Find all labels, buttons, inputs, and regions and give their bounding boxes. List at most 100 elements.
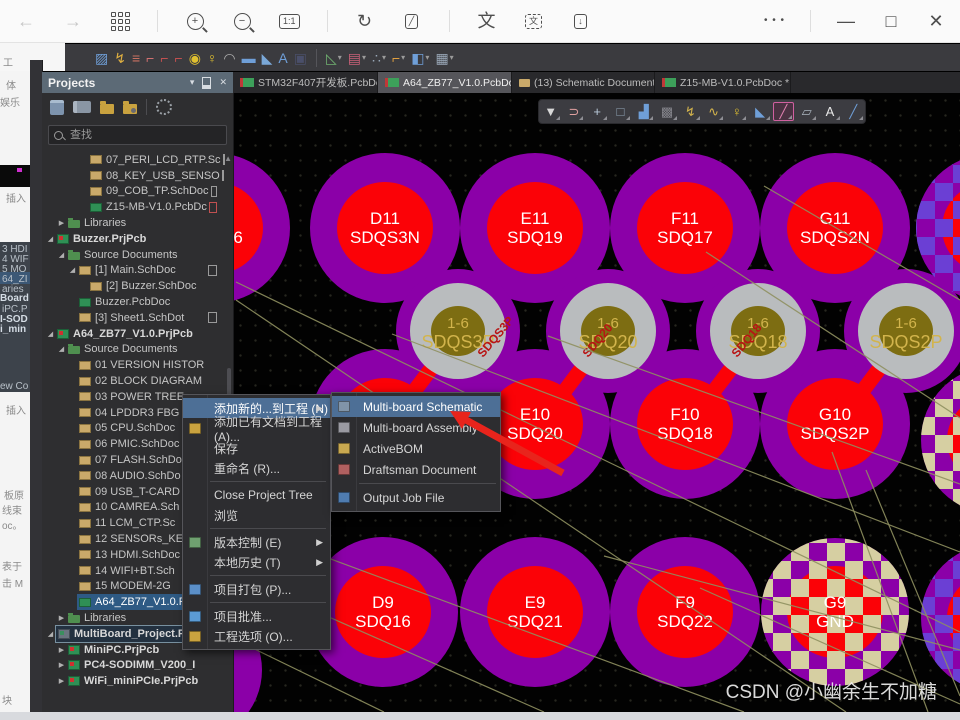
expand-icon[interactable]: ▶ [57,661,66,669]
tree-item-label-wrap[interactable]: MiniPC.PrjPcb [66,642,161,658]
dimension-tool-icon[interactable]: ╱ [843,102,864,121]
tree-item-label-wrap[interactable]: 14 WIFI+BT.Sch [77,563,177,579]
menu-item[interactable]: Output Job File [332,487,500,508]
polygon-tool-icon[interactable]: ◣ [750,102,771,121]
edit-icon[interactable]: ╱ [402,10,422,32]
menu-item[interactable]: ActiveBOM [332,438,500,459]
menu-item[interactable]: Close Project Tree [183,485,330,505]
translate-icon[interactable]: 文 [477,10,497,32]
expand-icon[interactable]: ▶ [57,646,66,654]
minimize-icon[interactable]: — [836,10,856,32]
menu-item[interactable]: 项目批准... [183,606,330,626]
expand-icon[interactable]: ▶ [57,614,66,622]
tree-item[interactable]: 07_PERI_LCD_RTP.Sc [42,152,225,168]
tree-item-label-wrap[interactable]: 09 USB_T-CARD [77,484,182,500]
layer-stack-icon[interactable]: ▤ ▾ [348,51,366,65]
tree-item-label-wrap[interactable]: Libraries [66,215,128,231]
back-icon[interactable]: ← [16,10,36,32]
tree-item-label-wrap[interactable]: 13 HDMI.SchDoc [77,547,182,563]
maximize-icon[interactable]: □ [881,10,901,32]
tree-item-label-wrap[interactable]: [2] Buzzer.SchDoc [88,278,199,294]
region-tool-icon[interactable]: ▱ [796,102,817,121]
document-tab[interactable]: (13) Schematic Document▼ [512,72,655,93]
tree-item-label-wrap[interactable]: 15 MODEM-2G [77,579,173,595]
tree-item[interactable]: ◢ [1] Main.SchDoc [42,263,225,279]
tree-item-label-wrap[interactable]: 01 VERSION HISTOR [77,357,206,373]
project-search-box[interactable] [48,125,227,145]
snap-icon[interactable]: ⊃ [563,102,584,121]
ocr-icon[interactable]: 文 [524,10,544,32]
tree-item[interactable]: ▶ PC4-SODIMM_V200_I [42,658,225,674]
tree-item[interactable]: 02 BLOCK DIAGRAM [42,373,225,389]
menu-item[interactable]: 浏览 [183,505,330,525]
select-area-icon[interactable]: □ [610,102,631,121]
tree-item-label-wrap[interactable]: 12 SENSORs_KE [77,531,185,547]
menu-item[interactable]: 项目打包 (P)... [183,579,330,599]
menu-item[interactable]: Multi-board Assembly [332,417,500,438]
expand-icon[interactable]: ◢ [46,330,55,338]
close-icon[interactable]: ✕ [926,10,946,32]
tree-item-label-wrap[interactable]: Source Documents [66,247,180,263]
menu-item[interactable]: 版本控制 (E) ▶ [183,532,330,552]
tree-item[interactable]: 09_COB_TP.SchDoc [42,184,225,200]
pad-icon[interactable]: ◉ [189,51,201,65]
tree-item-label-wrap[interactable]: [1] Main.SchDoc [77,263,178,279]
union-icon[interactable]: ◧ ▾ [411,51,429,65]
menu-item[interactable]: Draftsman Document [332,459,500,480]
filter-icon[interactable]: ▼ [540,102,561,121]
actual-size-icon[interactable]: 1:1 [279,10,300,32]
interactive-route-icon[interactable]: ↯ [114,51,126,65]
expand-icon[interactable]: ◢ [57,345,66,353]
projects-panel-header[interactable]: Projects ▾ ✕ [42,72,233,93]
document-tab[interactable]: Z15-MB-V1.0.PcbDoc * [655,72,791,93]
expand-icon[interactable]: ◢ [68,266,77,274]
tree-item-label-wrap[interactable]: Z15-MB-V1.0.PcbDc [88,199,209,215]
grid-settings-icon[interactable]: ▦ ▾ [435,51,453,65]
tree-item-label-wrap[interactable]: 09_COB_TP.SchDoc [88,184,211,200]
zoom-out-icon[interactable]: − [232,10,252,32]
move-icon[interactable]: + [587,102,608,121]
tree-item-label-wrap[interactable]: 07_PERI_LCD_RTP.Sc [88,152,223,168]
document-tab[interactable]: A64_ZB77_V1.0.PcbDoc * [378,72,512,93]
string-icon[interactable]: A [278,51,287,65]
route-width-icon[interactable]: ≡ [132,51,140,65]
tree-item-label-wrap[interactable]: 08_KEY_USB_SENSO [88,168,222,184]
save-as-icon[interactable]: ↓ [571,10,591,32]
tree-item-label-wrap[interactable]: Buzzer.PcbDoc [77,294,172,310]
tune-length-icon[interactable]: ∿ [703,102,724,121]
tree-item[interactable]: [3] Sheet1.SchDot [42,310,225,326]
scroll-up-icon[interactable]: ▲ [224,154,232,163]
align-icon[interactable]: ∴ ▾ [372,51,386,65]
tree-item-label-wrap[interactable]: Libraries [66,610,128,626]
tree-item[interactable]: 08_KEY_USB_SENSO [42,168,225,184]
fill-icon[interactable]: ▬ [242,51,256,65]
tree-item-label-wrap[interactable]: 06 PMIC.SchDoc [77,436,181,452]
fanout-route-icon[interactable]: ⌐ [146,51,154,65]
tree-item[interactable]: ◢ Source Documents [42,247,225,263]
text-tool-icon[interactable]: A [820,102,841,121]
tree-item-label-wrap[interactable]: 10 CAMREA.Sch [77,500,181,516]
expand-icon[interactable]: ▶ [57,677,66,685]
via-icon[interactable]: ♀ [207,51,218,65]
more-options-icon[interactable]: • • • [764,10,785,32]
tree-item-label-wrap[interactable]: 05 CPU.SchDoc [77,421,177,437]
tree-item[interactable]: ▶ WiFi_miniPCIe.PrjPcb [42,673,225,689]
panel-pin-icon[interactable] [202,76,212,89]
menu-item[interactable]: 工程选项 (O)... [183,626,330,646]
settings-gear-icon[interactable] [156,99,172,115]
tree-item-label-wrap[interactable]: 04 LPDDR3 FBG [77,405,181,421]
component-place-icon[interactable]: ▩ [657,102,678,121]
placement-icon[interactable]: ▟ [633,102,654,121]
expand-icon[interactable]: ◢ [57,251,66,259]
wiring-icon[interactable]: ⌐ ▾ [392,51,405,65]
forward-icon[interactable]: → [63,10,83,32]
route-tool-icon[interactable]: ↯ [680,102,701,121]
tree-item-label-wrap[interactable]: WiFi_miniPCIe.PrjPcb [66,673,200,689]
tree-item[interactable]: ◢ Buzzer.PrjPcb [42,231,225,247]
line-tool-icon[interactable]: ╱ [772,102,794,121]
tree-item-label-wrap[interactable]: 03 POWER TREE [77,389,186,405]
zoom-in-icon[interactable]: + [185,10,205,32]
rotate-icon[interactable]: ↻ [355,10,375,32]
via-tool-icon[interactable]: ♀ [726,102,747,121]
expand-icon[interactable]: ◢ [46,235,55,243]
